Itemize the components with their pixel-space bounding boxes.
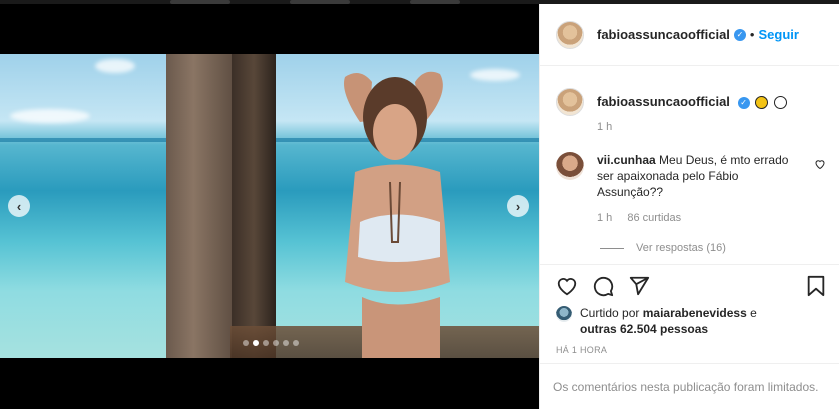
bookmark-icon[interactable] [806,275,826,297]
carousel-dot [243,340,249,346]
action-bar [540,264,839,308]
commenter-avatar[interactable] [556,152,584,180]
comments-limited-notice: Os comentários nesta publicação foram li… [540,363,839,409]
view-replies-label: Ver respostas (16) [636,242,726,254]
carousel-indicator [243,340,299,346]
comment-time[interactable]: 1 h [597,212,612,224]
post-caption: fabioassuncaoofficial ✓ 1 h [556,88,787,133]
carousel-dot [253,340,259,346]
replies-line [600,247,624,249]
comment-item: vii.cunhaa Meu Deus, é mto errado ser ap… [556,152,826,226]
cloud [95,59,135,73]
follow-separator: • [749,27,755,42]
author-avatar[interactable] [556,20,584,49]
post-media: ‹ › [0,4,539,409]
comment-icon[interactable] [592,275,614,297]
verified-icon: ✓ [733,28,746,41]
likes-others-link[interactable]: outras 62.504 pessoas [580,322,708,336]
carousel-dot [273,340,279,346]
cloud [10,109,90,123]
commenter-username[interactable]: vii.cunhaa [597,153,656,167]
chevron-left-icon: ‹ [16,198,22,214]
window-frame [232,54,276,358]
chevron-right-icon: › [515,198,521,214]
liked-by-prefix: Curtido por [580,306,640,320]
comment-heart-icon[interactable] [814,158,826,170]
post-photo[interactable] [0,54,539,358]
carousel-prev-button[interactable]: ‹ [8,195,30,217]
follow-button[interactable]: Seguir [758,27,798,42]
author-username[interactable]: fabioassuncaoofficial [597,27,730,42]
share-icon[interactable] [628,275,650,297]
heart-icon[interactable] [556,275,578,297]
yellow-circle-emoji [755,96,769,110]
carousel-next-button[interactable]: › [507,195,529,217]
carousel-dot [263,340,269,346]
post-date[interactable]: HÁ 1 HORA [556,345,607,355]
person-figure [344,71,450,358]
comment-likes[interactable]: 86 curtidas [627,212,681,224]
carousel-dot [283,340,289,346]
carousel-dot [293,340,299,346]
likes-summary: Curtido por maiarabenevidess e outras 62… [556,305,780,337]
liked-by-connector: e [750,306,757,320]
view-replies-button[interactable]: Ver respostas (16) [600,242,726,254]
post-details-panel: fabioassuncaoofficial ✓ • Seguir fabioas… [539,4,839,409]
liker-avatar[interactable] [556,306,572,322]
post-header: fabioassuncaoofficial ✓ • Seguir [540,4,839,66]
white-circle-emoji [773,96,787,110]
wooden-post [166,54,234,358]
liker-username[interactable]: maiarabenevidess [643,306,747,320]
caption-author-avatar[interactable] [556,88,584,116]
verified-icon: ✓ [737,96,750,109]
caption-username[interactable]: fabioassuncaoofficial [597,94,730,109]
caption-time[interactable]: 1 h [597,121,787,133]
